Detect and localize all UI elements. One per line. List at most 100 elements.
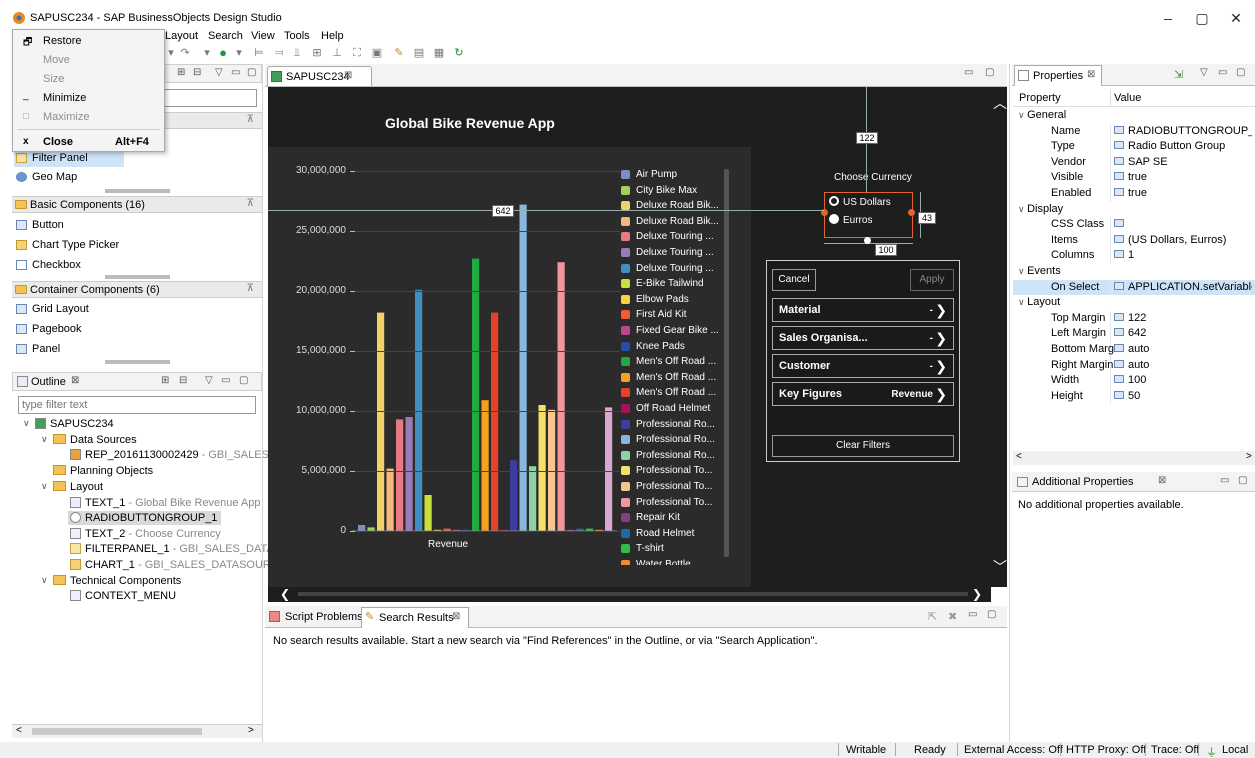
align-bottom-icon[interactable]: ⫫	[290, 46, 304, 60]
property-value-cell[interactable]: SAP SE	[1114, 156, 1252, 168]
filter-row-key-figures[interactable]: Key Figures Revenue ❯	[772, 382, 954, 406]
legend-item[interactable]: Deluxe Touring ...	[621, 247, 726, 261]
minimize-view-icon[interactable]: ▭	[968, 609, 977, 620]
resize-handle[interactable]	[908, 209, 915, 216]
canvas-horizontal-scrollbar[interactable]: ❮ ❯	[268, 587, 991, 602]
property-row[interactable]: Bottom Marg auto	[1013, 342, 1255, 358]
legend-item[interactable]: Deluxe Touring ...	[621, 263, 726, 277]
filter-row-customer[interactable]: Customer - ❯	[772, 354, 954, 378]
minimize-view-icon[interactable]: ▭	[221, 375, 230, 386]
tree-node-planning[interactable]: Planning Objects	[53, 465, 153, 477]
resize-handle[interactable]	[864, 237, 871, 244]
legend-item[interactable]: Professional To...	[621, 465, 726, 479]
minimize-view-icon[interactable]: ▭	[1220, 475, 1229, 486]
close-window-button[interactable]: ✕	[1222, 9, 1250, 27]
radio-us-dollars[interactable]: US Dollars	[829, 196, 891, 208]
design-canvas[interactable]: Global Bike Revenue App Revenue Choose C…	[268, 87, 991, 587]
palette-item-chart-type-picker[interactable]: Chart Type Picker	[14, 236, 119, 254]
property-row[interactable]: Right Margin auto	[1013, 357, 1255, 374]
pin-properties-icon[interactable]: ⇲	[1174, 68, 1183, 81]
pin-icon[interactable]: ⊼	[247, 114, 254, 125]
property-value-cell[interactable]: auto	[1114, 343, 1252, 355]
maximize-view-icon[interactable]: ▢	[247, 67, 256, 78]
menu-layout[interactable]: Layout	[165, 30, 198, 42]
close-tab-icon[interactable]: ⊠	[344, 70, 352, 81]
tree-node-context-menu[interactable]: CONTEXT_MENU	[70, 590, 176, 602]
tree-node-filterpanel[interactable]: FILTERPANEL_1 - GBI_SALES_DATASOU	[70, 543, 298, 555]
property-row[interactable]: Visible true	[1013, 170, 1255, 186]
canvas-vertical-scrollbar[interactable]: ︿ ﹀	[991, 87, 1007, 587]
scroll-right-icon[interactable]: >	[248, 725, 254, 736]
expanded-arrow-icon[interactable]: ∨	[23, 418, 30, 429]
view-menu-icon[interactable]: ▽	[1200, 67, 1208, 78]
legend-item[interactable]: Road Helmet	[621, 528, 726, 542]
palette-item-panel[interactable]: Panel	[14, 340, 60, 358]
property-value-cell[interactable]: Radio Button Group	[1114, 140, 1252, 152]
document-icon[interactable]: ▤	[412, 46, 426, 60]
filter-apply-button[interactable]: Apply	[910, 269, 954, 291]
property-group[interactable]: ∨ General	[1013, 108, 1255, 124]
legend-item[interactable]: City Bike Max	[621, 185, 726, 199]
property-group[interactable]: ∨ Layout	[1013, 295, 1255, 311]
maximize-view-icon[interactable]: ▢	[239, 375, 248, 386]
filter-row-material[interactable]: Material - ❯	[772, 298, 954, 322]
property-value-cell[interactable]: true	[1114, 187, 1252, 199]
palette-item-button[interactable]: Button	[14, 216, 64, 234]
palette-item-geo-map[interactable]: Geo Map	[14, 168, 77, 186]
palette-scroll-indicator[interactable]	[105, 360, 170, 364]
property-value-cell[interactable]: 1	[1114, 249, 1252, 261]
legend-item[interactable]: First Aid Kit	[621, 309, 726, 323]
search-application-icon[interactable]: ✎	[392, 46, 406, 60]
expanded-arrow-icon[interactable]: ∨	[41, 434, 48, 445]
context-menu-maximize[interactable]: Maximize	[43, 111, 89, 123]
property-row[interactable]: Width 100	[1013, 373, 1255, 389]
filter-row-sales-org[interactable]: Sales Organisa... - ❯	[772, 326, 954, 350]
menu-search[interactable]: Search	[208, 30, 243, 42]
tree-node-data-sources[interactable]: ∨ Data Sources	[41, 434, 137, 446]
section-container-components[interactable]: Container Components (6) ⊼	[12, 281, 262, 298]
property-row[interactable]: Top Margin 122	[1013, 310, 1255, 327]
expanded-arrow-icon[interactable]: ∨	[41, 481, 48, 492]
menu-tools[interactable]: Tools	[284, 30, 310, 42]
refresh-icon[interactable]: ↻	[452, 46, 466, 60]
close-tab-icon[interactable]: ⊠	[452, 611, 460, 622]
run-icon[interactable]: ●	[216, 46, 230, 60]
align-center-icon[interactable]: ⊥	[330, 46, 344, 60]
tab-search-results[interactable]: ✎ Search Results ⊠	[361, 607, 469, 628]
outline-filter-input[interactable]	[18, 396, 256, 414]
layout-icon[interactable]: ▣	[370, 46, 384, 60]
legend-item[interactable]: Professional To...	[621, 481, 726, 495]
property-value-cell[interactable]: APPLICATION.setVariable...	[1114, 281, 1252, 293]
minimize-view-icon[interactable]: ▭	[1218, 67, 1227, 78]
minimize-view-icon[interactable]: ▭	[964, 67, 973, 78]
property-group[interactable]: ∨ Display	[1013, 202, 1255, 218]
filter-cancel-button[interactable]: Cancel	[772, 269, 816, 291]
tree-node-root[interactable]: ∨ SAPUSC234	[23, 418, 114, 430]
property-group[interactable]: ∨ Events	[1013, 264, 1255, 280]
collapse-all-icon[interactable]: ⊟	[193, 67, 201, 78]
property-value-cell[interactable]: (US Dollars, Eurros)	[1114, 234, 1252, 246]
editor-tab[interactable]: SAPUSC234 ⊠	[267, 66, 372, 86]
outline-horizontal-scrollbar[interactable]: < >	[12, 724, 262, 738]
tree-node-chart[interactable]: CHART_1 - GBI_SALES_DATASOURCE1	[70, 559, 292, 571]
legend-item[interactable]: T-shirt	[621, 543, 726, 557]
minimize-view-icon[interactable]: ▭	[231, 67, 240, 78]
palette-item-pagebook[interactable]: Pagebook	[14, 320, 82, 338]
remove-all-icon[interactable]: ✖	[948, 610, 957, 623]
scroll-left-icon[interactable]: <	[1016, 451, 1022, 462]
legend-item[interactable]: Air Pump	[621, 169, 726, 183]
legend-item[interactable]: Deluxe Road Bik...	[621, 216, 726, 230]
legend-item[interactable]: Men's Off Road ...	[621, 387, 726, 401]
scrollbar-thumb[interactable]	[298, 592, 968, 596]
legend-item[interactable]: Fixed Gear Bike ...	[621, 325, 726, 339]
property-row[interactable]: CSS Class	[1013, 217, 1255, 233]
property-value-cell[interactable]: 122	[1114, 312, 1252, 324]
pin-icon[interactable]: ⊼	[247, 198, 254, 209]
palette-item-grid-layout[interactable]: Grid Layout	[14, 300, 89, 318]
property-value-cell[interactable]: auto	[1114, 359, 1252, 371]
legend-item[interactable]: Deluxe Road Bik...	[621, 200, 726, 214]
close-tab-icon[interactable]: ⊠	[1087, 69, 1095, 80]
property-row[interactable]: Vendor SAP SE	[1013, 154, 1255, 171]
scroll-right-icon[interactable]: >	[1246, 451, 1252, 462]
collapse-all-icon[interactable]: ⊟	[179, 375, 187, 386]
